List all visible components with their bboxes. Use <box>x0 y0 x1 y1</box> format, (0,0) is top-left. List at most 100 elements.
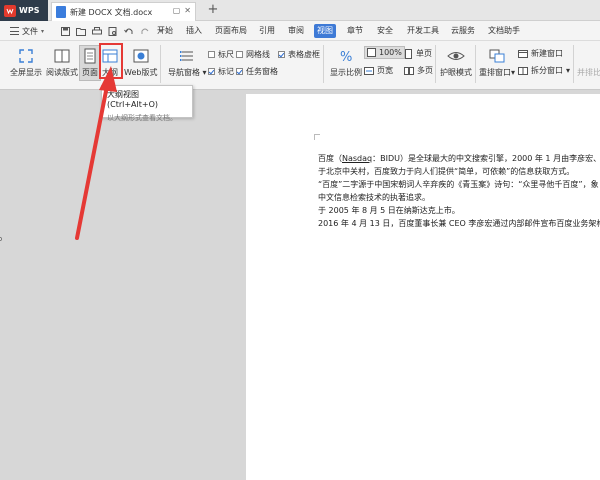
marks-check[interactable] <box>208 68 215 75</box>
page-corner-mark <box>314 134 320 140</box>
table-gridlines-label: 表格虚框 <box>288 50 320 59</box>
chevron-down-icon: ▾ <box>41 27 45 35</box>
outline-tooltip: 大纲视图 (Ctrl+Alt+O) 以大纲形式查看文档。 <box>101 85 193 122</box>
page-view-button[interactable]: 页面 <box>79 45 101 81</box>
file-menu[interactable]: 文件 ▾ <box>10 24 44 38</box>
ribbon-separator <box>475 45 476 83</box>
close-tab-icon[interactable]: ✕ <box>184 6 191 15</box>
save-icon[interactable] <box>60 26 70 36</box>
tab-doc-assistant[interactable]: 文档助手 <box>485 24 523 38</box>
marks-checkbox[interactable]: 标记 <box>208 66 234 77</box>
quick-access-toolbar: ▾ <box>60 24 166 38</box>
ruler-checkbox[interactable]: 标尺 <box>208 49 234 60</box>
rearrange-window-button[interactable]: 重排窗口▾ <box>479 47 515 78</box>
document-line-1: 百度（Nasdaq：BIDU）是全球最大的中文搜索引擎，2000 年 1 月由李… <box>318 153 600 164</box>
eye-protect-label: 护眼模式 <box>440 68 472 77</box>
nav-pane-label: 导航窗格 <box>168 68 200 77</box>
tab-chapter[interactable]: 章节 <box>344 24 366 38</box>
split-window-button[interactable]: 拆分窗口 ▾ <box>518 65 570 76</box>
zoom-label: 显示比例 <box>330 68 362 77</box>
nav-pane-icon <box>178 47 196 65</box>
tooltip-title: 大纲视图 (Ctrl+Alt+O) <box>107 90 159 109</box>
document-tab[interactable]: 新建 DOCX 文档.docx ▢ ✕ <box>51 2 196 21</box>
zoom-button[interactable]: % 显示比例 <box>330 47 362 78</box>
fullscreen-button[interactable]: 全屏显示 <box>10 47 42 78</box>
new-window-label: 新建窗口 <box>531 49 563 58</box>
page-width-icon <box>364 66 374 75</box>
tab-view[interactable]: 视图 <box>314 24 336 38</box>
side-by-side-button[interactable]: 并排比较 <box>577 67 600 78</box>
document-canvas[interactable]: 百度（Nasdaq：BIDU）是全球最大的中文搜索引擎，2000 年 1 月由李… <box>0 91 600 480</box>
tab-references[interactable]: 引用 <box>256 24 278 38</box>
zoom-value: 100% <box>379 48 402 57</box>
split-window-icon <box>518 66 528 75</box>
ribbon-separator <box>435 45 436 83</box>
magnifier-icon <box>367 48 376 57</box>
tab-security[interactable]: 安全 <box>374 24 396 38</box>
multi-page-button[interactable]: 多页 <box>404 65 433 76</box>
web-icon <box>132 47 150 65</box>
tab-home[interactable]: 开始 <box>154 24 176 38</box>
split-window-label: 拆分窗口 <box>531 66 563 75</box>
document-line-4: 中文信息检索技术的执著追求。 <box>318 193 430 202</box>
document-line-2: 于北京中关村，百度致力于向人们提供“简单，可依赖”的信息获取方式。 <box>318 167 575 176</box>
chevron-down-icon: ▾ <box>202 68 207 77</box>
outline-highlight-box <box>99 43 123 79</box>
title-bar: WPS 新建 DOCX 文档.docx ▢ ✕ + <box>0 0 600 21</box>
chevron-down-icon: ▾ <box>511 68 516 77</box>
gridlines-check[interactable] <box>236 51 243 58</box>
tab-page-layout[interactable]: 页面布局 <box>212 24 250 38</box>
task-pane-label: 任务窗格 <box>246 67 278 76</box>
menu-icon <box>10 27 19 35</box>
new-window-icon <box>518 49 528 58</box>
tab-review[interactable]: 审阅 <box>285 24 307 38</box>
app-name: WPS <box>19 6 40 15</box>
wps-home-tab[interactable]: WPS <box>0 0 48 21</box>
gridlines-checkbox[interactable]: 网格线 <box>236 49 270 60</box>
zoom-100-button[interactable]: 100% <box>364 46 405 59</box>
page-width-button[interactable]: 页宽 <box>364 65 393 76</box>
folder-icon[interactable] <box>76 26 86 36</box>
ribbon-separator <box>573 45 574 83</box>
text-run: 百度（ <box>318 154 342 163</box>
tab-developer[interactable]: 开发工具 <box>404 24 442 38</box>
redo-icon[interactable] <box>140 26 150 36</box>
page-width-label: 页宽 <box>377 66 393 75</box>
ruler-label: 标尺 <box>218 50 234 59</box>
one-page-button[interactable]: 单页 <box>404 48 432 59</box>
ruler-check[interactable] <box>208 51 215 58</box>
nav-pane-button[interactable]: 导航窗格 ▾ <box>168 47 207 78</box>
print-preview-icon[interactable] <box>108 26 118 36</box>
text-run: ：BIDU）是全球最大的中文搜索引擎，2000 年 1 月由李彦宏、徐 <box>372 154 600 163</box>
ribbon-separator <box>160 45 161 83</box>
web-layout-button[interactable]: Web版式 <box>124 47 157 78</box>
book-icon <box>53 47 71 65</box>
reading-mode-button[interactable]: 阅读版式 <box>46 47 78 78</box>
document-line-6: 2016 年 4 月 13 日，百度董事长兼 CEO 李彦宏通过内部邮件宣布百度… <box>318 219 600 228</box>
restore-icon[interactable]: ▢ <box>173 6 181 15</box>
document-page[interactable]: 百度（Nasdaq：BIDU）是全球最大的中文搜索引擎，2000 年 1 月由李… <box>246 94 600 480</box>
one-page-label: 单页 <box>416 49 432 58</box>
ribbon-separator <box>323 45 324 83</box>
tab-insert[interactable]: 插入 <box>183 24 205 38</box>
ribbon-view: 全屏显示 阅读版式 页面 大纲 Web版式 导航窗格 ▾ 标尺 网格线 表格虚框… <box>0 41 600 90</box>
table-gridlines-check[interactable] <box>278 51 285 58</box>
new-tab-button[interactable]: + <box>205 2 221 18</box>
table-gridlines-checkbox[interactable]: 表格虚框 <box>278 49 320 60</box>
task-pane-check[interactable] <box>236 68 243 75</box>
tab-cloud[interactable]: 云服务 <box>448 24 478 38</box>
task-pane-checkbox[interactable]: 任务窗格 <box>236 66 278 77</box>
chevron-down-icon: ▾ <box>566 66 571 75</box>
menu-bar: 文件 ▾ ▾ 开始 插入 页面布局 引用 审阅 视图 章节 安全 开发工具 云服… <box>0 21 600 41</box>
eye-icon <box>447 47 465 65</box>
resize-handle[interactable] <box>0 237 2 241</box>
page-icon <box>81 47 99 65</box>
side-by-side-label: 并排比较 <box>577 68 600 77</box>
file-menu-label: 文件 <box>22 26 38 36</box>
new-window-button[interactable]: 新建窗口 <box>518 48 563 59</box>
print-icon[interactable] <box>92 26 102 36</box>
word-doc-icon <box>56 6 66 18</box>
undo-icon[interactable] <box>124 26 134 36</box>
eye-protect-button[interactable]: 护眼模式 <box>440 47 472 78</box>
document-line-3: “百度”二字源于中国宋朝词人辛弃疾的《青玉案》诗句：“众里寻他千百度”，象 <box>318 180 599 189</box>
